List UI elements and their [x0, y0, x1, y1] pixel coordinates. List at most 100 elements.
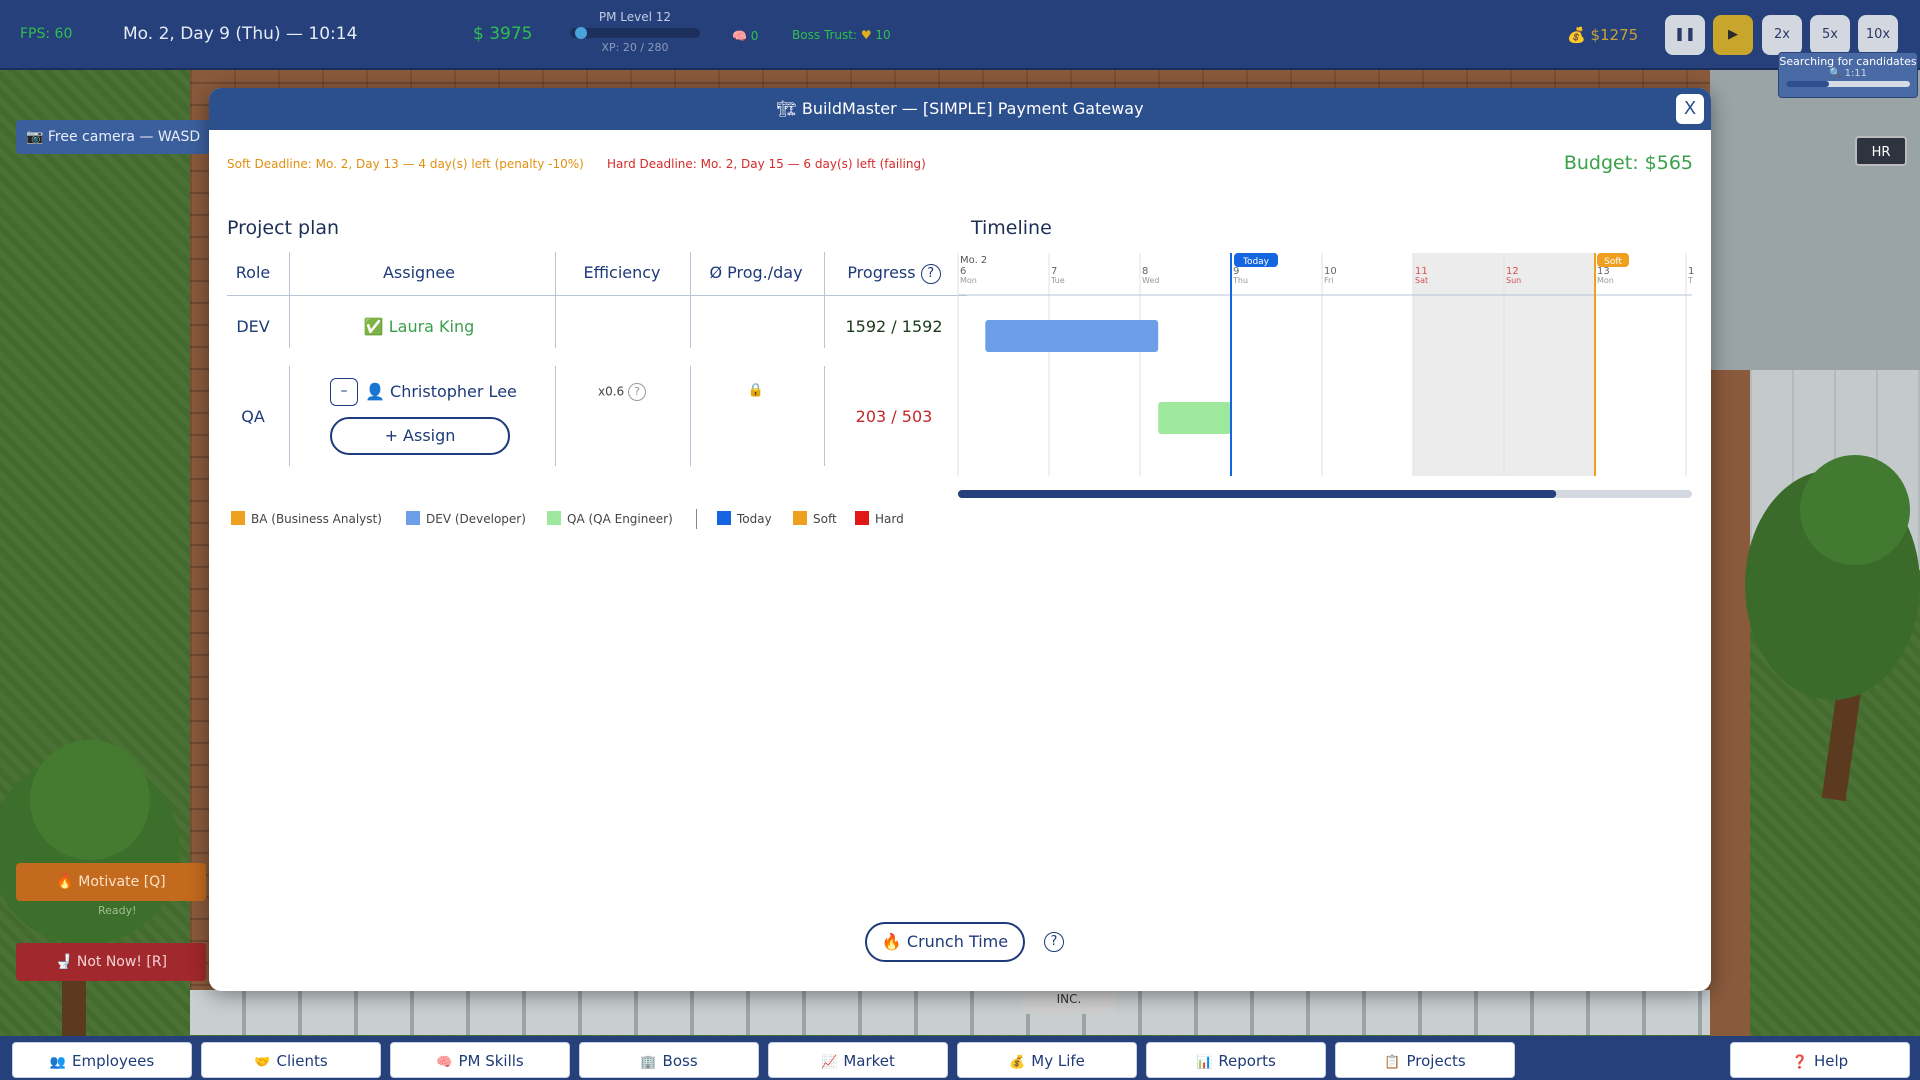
legend-dev: DEV (Developer) — [406, 511, 526, 526]
people-icon: 👥 — [49, 1055, 67, 1070]
play-button[interactable]: ▶ — [1713, 15, 1753, 55]
speed-5x-button[interactable]: 5x — [1810, 15, 1850, 55]
candidate-search-panel: Searching for candidates 🔍 1:11 — [1778, 52, 1918, 98]
legend-soft: Soft — [793, 511, 837, 526]
search-timer: 🔍 1:11 — [1828, 68, 1868, 79]
hr-button[interactable]: HR — [1855, 136, 1907, 166]
building-icon: 🏢 — [640, 1055, 657, 1070]
brain-icon: 🧠 — [732, 29, 747, 43]
fire-icon: 🔥 — [881, 932, 902, 951]
pm-level: PM Level 12 — [598, 10, 672, 24]
play-icon: ▶ — [1728, 27, 1738, 42]
person-icon: 👤 — [365, 382, 385, 401]
day-weekday: Fri — [1324, 276, 1334, 285]
header-divider — [227, 295, 967, 296]
legend-hard: Hard — [855, 511, 904, 526]
tree — [1800, 455, 1910, 565]
search-progress-bar — [1786, 81, 1910, 87]
fps-counter: FPS: 60 — [20, 26, 73, 42]
heart-icon: ♥ — [860, 28, 872, 42]
progress-cell: 203 / 503 — [855, 407, 933, 426]
speed-10x-button[interactable]: 10x — [1858, 15, 1898, 55]
question-icon: ❓ — [1791, 1055, 1808, 1070]
legend-ba: BA (Business Analyst) — [231, 511, 382, 526]
row-role: DEV — [236, 317, 270, 336]
col-role: Role — [235, 263, 271, 282]
top-hud: FPS: 60 Mo. 2, Day 9 (Thu) — 10:14 $ 397… — [0, 0, 1920, 98]
today-tag — [1234, 253, 1278, 267]
fire-icon: 🔥 — [56, 874, 74, 890]
nav-market[interactable]: 📈 Market — [768, 1042, 948, 1078]
day-number: 13 — [1597, 266, 1610, 277]
progress-help-icon[interactable]: ? — [920, 263, 941, 284]
nav-pm-skills[interactable]: 🧠 PM Skills — [390, 1042, 570, 1078]
legend-swatch — [406, 511, 420, 525]
soft-deadline: Soft Deadline: Mo. 2, Day 13 — 4 day(s) … — [227, 157, 584, 171]
progress-cell: 1592 / 1592 — [845, 317, 943, 336]
money-bag-icon: 💰 — [1009, 1055, 1026, 1070]
search-progress-fill — [1786, 81, 1830, 87]
remove-assignee-button[interactable]: – — [330, 378, 358, 406]
modal-title: 🏗 BuildMaster — [SIMPLE] Payment Gateway — [209, 88, 1711, 130]
weekend-shade — [1504, 253, 1595, 476]
efficiency-help-icon[interactable]: ? — [628, 383, 646, 401]
nav-employees[interactable]: 👥 Employees — [12, 1042, 192, 1078]
col-progress-per-day: Ø Prog./day — [709, 263, 803, 282]
company-sign: INC. — [1022, 988, 1116, 1014]
boss-trust: Boss Trust: ♥ 10 — [792, 28, 891, 42]
col-divider — [824, 366, 825, 466]
project-icon: 🏗 — [776, 99, 797, 118]
brick-column — [1710, 370, 1750, 1070]
pm-xp: XP: 20 / 280 — [601, 41, 669, 54]
gantt-bar-dev — [985, 320, 1159, 352]
col-divider — [690, 366, 691, 466]
lock-icon: 🔒 — [747, 383, 765, 398]
day-weekday: Wed — [1142, 276, 1159, 285]
day-weekday: Mon — [960, 276, 977, 285]
col-divider — [690, 252, 691, 348]
nav-projects[interactable]: 📋 Projects — [1335, 1042, 1515, 1078]
brain-icon: 🧠 — [436, 1055, 453, 1070]
assign-button[interactable]: + Assign — [330, 417, 510, 455]
day-weekday: T — [1687, 276, 1693, 285]
day-weekday: Mon — [1597, 276, 1614, 285]
day-number: 1 — [1688, 266, 1694, 277]
gantt-bar-qa — [1158, 402, 1231, 434]
nav-reports[interactable]: 📊 Reports — [1146, 1042, 1326, 1078]
company-money: $ 3975 — [473, 24, 533, 44]
pause-button[interactable]: ❚❚ — [1665, 15, 1705, 55]
not-now-button[interactable]: 🚽 Not Now! [R] — [16, 943, 206, 981]
day-weekday: Sun — [1506, 276, 1521, 285]
col-divider — [555, 366, 556, 466]
pm-xp-fill — [575, 27, 588, 39]
crunch-time-button[interactable]: 🔥 Crunch Time — [865, 922, 1025, 962]
nav-my-life[interactable]: 💰 My Life — [957, 1042, 1137, 1078]
personal-wallet: 💰 $1275 — [1567, 26, 1639, 44]
nav-help[interactable]: ❓ Help — [1730, 1042, 1910, 1078]
day-number: 10 — [1324, 266, 1337, 277]
pm-xp-bar — [570, 27, 700, 39]
nav-boss[interactable]: 🏢 Boss — [579, 1042, 759, 1078]
day-weekday: Thu — [1232, 276, 1248, 285]
timeline-scrollbar-thumb[interactable] — [958, 490, 1557, 498]
pause-icon: ❚❚ — [1674, 27, 1696, 42]
legend-divider — [696, 509, 697, 529]
day-number: 12 — [1506, 266, 1519, 277]
assignee-cell: ✅ Laura King — [363, 317, 475, 336]
day-number: 6 — [960, 266, 966, 277]
nav-clients[interactable]: 🤝 Clients — [201, 1042, 381, 1078]
col-divider — [555, 252, 556, 348]
checkmark-icon: ✅ — [363, 317, 384, 336]
free-camera-hint: 📷 Free camera — WASD — [16, 120, 211, 154]
crunch-help-icon[interactable]: ? — [1044, 932, 1064, 952]
close-button[interactable]: X — [1676, 94, 1704, 124]
soft-deadline-tag — [1597, 253, 1629, 267]
speed-2x-button[interactable]: 2x — [1762, 15, 1802, 55]
soft-deadline-tag-label: Soft — [1604, 257, 1622, 267]
hard-deadline: Hard Deadline: Mo. 2, Day 15 — 6 day(s) … — [607, 157, 926, 171]
col-progress: Progress ? — [829, 263, 959, 284]
bar-chart-icon: 📊 — [1196, 1055, 1213, 1070]
legend-swatch — [231, 511, 245, 525]
motivate-button[interactable]: 🔥 Motivate [Q] — [16, 863, 206, 901]
camera-icon: 📷 — [26, 129, 44, 145]
